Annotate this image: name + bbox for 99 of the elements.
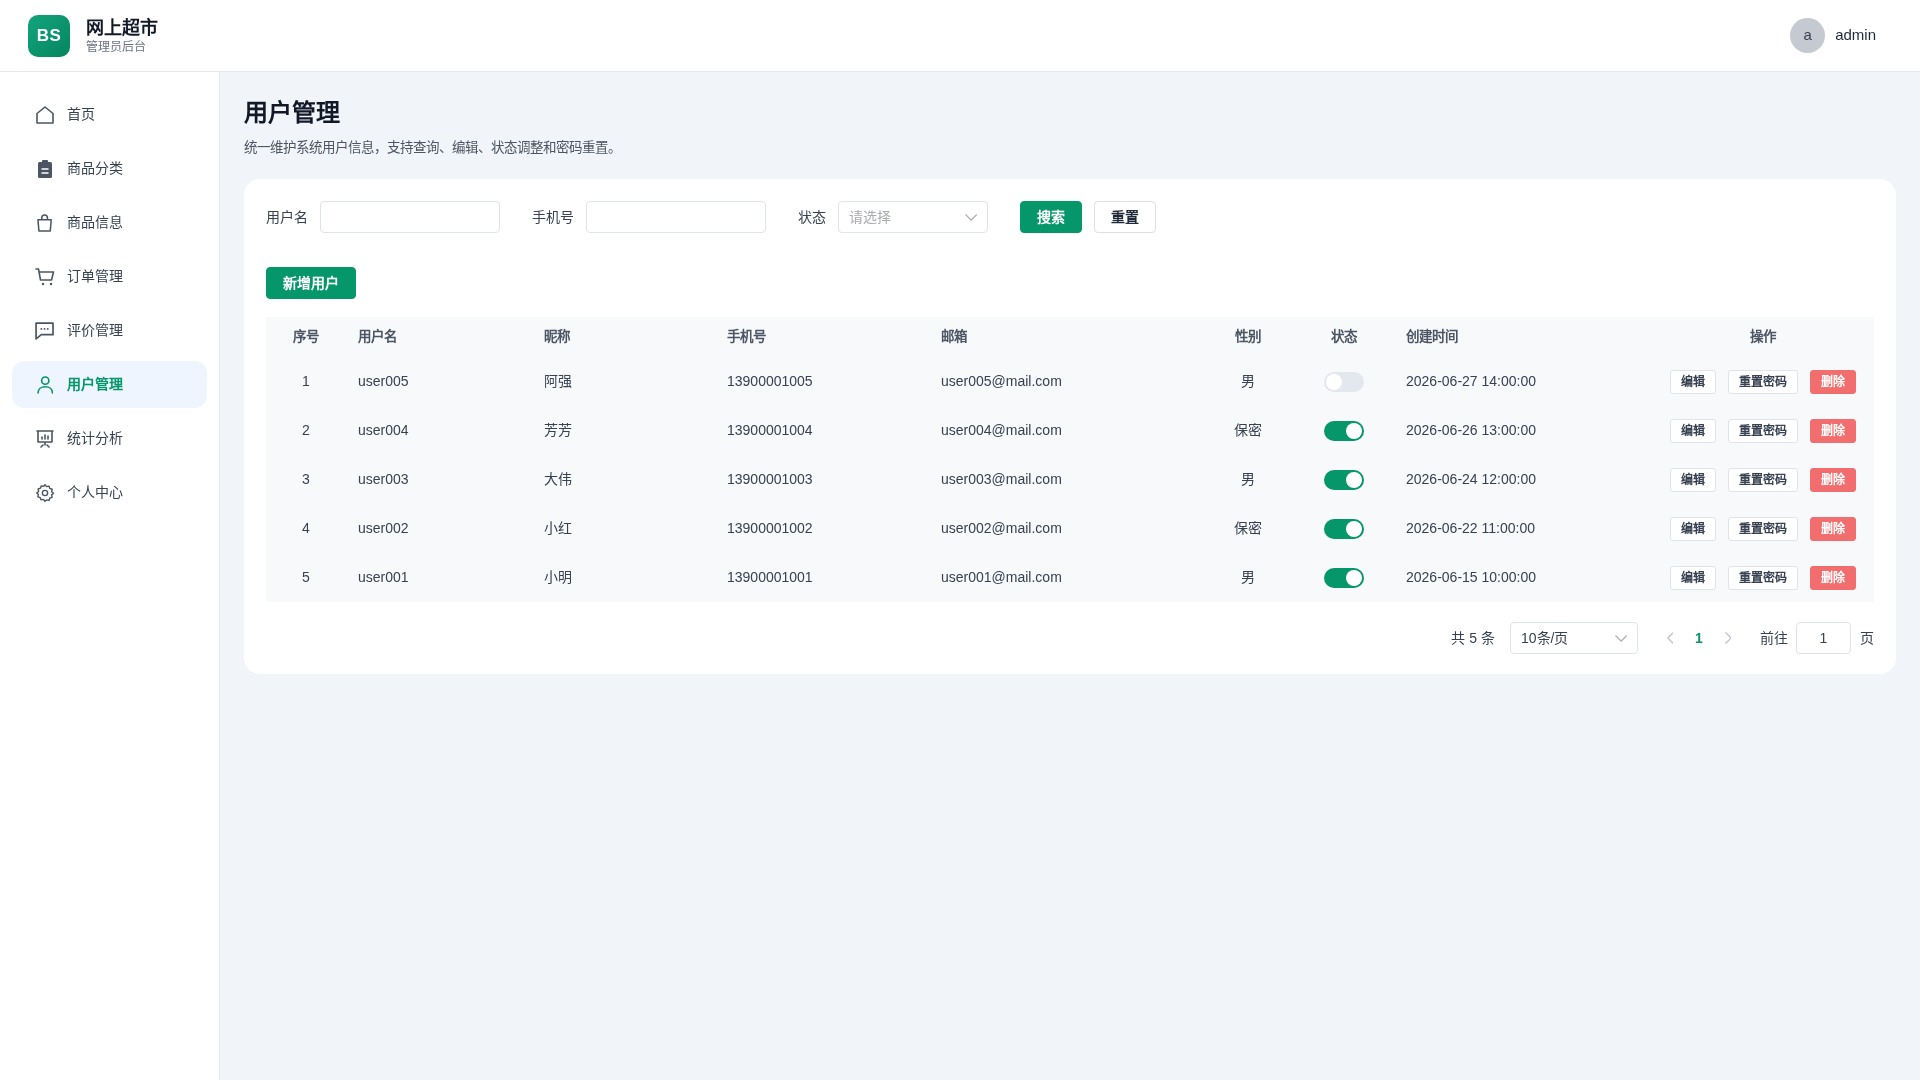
page-title: 用户管理 (244, 98, 341, 128)
action-button[interactable]: 编辑 (1670, 369, 1716, 394)
chevron-down-icon (964, 213, 977, 221)
table-cell: 2026-06-27 14:00:00 (1406, 373, 1536, 389)
text-field[interactable] (320, 201, 500, 233)
table-cell: 小红 (544, 520, 572, 536)
table-cell: 阿强 (544, 373, 572, 389)
table-cell: 2026-06-26 13:00:00 (1406, 422, 1536, 438)
table-cell: 2 (302, 422, 310, 438)
table-cell: user005 (358, 373, 409, 389)
page-description: 统一维护系统用户信息，支持查询、编辑、状态调整和密码重置。 (244, 139, 622, 157)
table-cell: 保密 (1234, 520, 1262, 536)
table-cell: user001@mail.com (941, 569, 1062, 585)
table-cell: 4 (302, 520, 310, 536)
app-subtitle: 管理员后台 (86, 38, 147, 55)
column-header: 昵称 (544, 328, 570, 344)
column-header: 邮箱 (941, 328, 967, 344)
action-button[interactable]: 重置密码 (1728, 516, 1798, 541)
table-cell: 小明 (544, 569, 572, 585)
table-cell: 保密 (1234, 422, 1262, 438)
table-cell: 13900001005 (727, 373, 813, 389)
table-cell: user002 (358, 520, 409, 536)
chat-bubble-icon (35, 321, 55, 340)
goto-suffix: 页 (1860, 628, 1874, 648)
sidebar-item[interactable]: 订单管理 (12, 253, 207, 300)
table-cell: 男 (1241, 569, 1255, 585)
table-cell: 13900001003 (727, 471, 813, 487)
cart-icon (35, 267, 55, 286)
add-user-button[interactable]: 新增用户 (266, 267, 356, 299)
sidebar-item[interactable]: 统计分析 (12, 415, 207, 462)
status-toggle[interactable] (1324, 568, 1364, 589)
reset-button[interactable]: 重置 (1094, 201, 1156, 233)
column-header: 序号 (293, 328, 319, 344)
table-cell: user004 (358, 422, 409, 438)
sidebar-item[interactable]: 个人中心 (12, 469, 207, 516)
filter-label: 手机号 (532, 207, 574, 227)
table-cell: 2026-06-15 10:00:00 (1406, 569, 1536, 585)
settings-icon (36, 483, 54, 502)
action-button[interactable]: 重置密码 (1728, 369, 1798, 394)
column-header: 操作 (1750, 328, 1776, 344)
action-button[interactable]: 编辑 (1670, 516, 1716, 541)
table-cell: 大伟 (544, 471, 572, 487)
status-toggle[interactable] (1324, 372, 1364, 393)
page-size-select[interactable]: 10条/页 (1510, 622, 1638, 654)
clipboard-icon (38, 159, 52, 178)
search-button[interactable]: 搜索 (1020, 201, 1082, 233)
column-header: 创建时间 (1406, 328, 1458, 344)
user-avatar[interactable]: a (1790, 18, 1826, 53)
action-button[interactable]: 编辑 (1670, 467, 1716, 492)
column-header: 性别 (1235, 328, 1261, 344)
table-cell: 2026-06-24 12:00:00 (1406, 471, 1536, 487)
action-button[interactable]: 编辑 (1670, 565, 1716, 590)
action-button[interactable]: 重置密码 (1728, 565, 1798, 590)
total-count: 共 5 条 (1451, 628, 1495, 648)
text-field[interactable] (586, 201, 766, 233)
status-toggle[interactable] (1324, 519, 1364, 540)
filter-label: 用户名 (266, 207, 308, 227)
table-cell: 5 (302, 569, 310, 585)
column-header: 用户名 (358, 328, 397, 344)
chevron-left-icon (1666, 632, 1674, 644)
status-toggle[interactable] (1324, 421, 1364, 442)
action-button[interactable]: 重置密码 (1728, 418, 1798, 443)
filter-label: 状态 (798, 207, 826, 227)
page-jump-field[interactable]: 1 (1796, 622, 1851, 654)
table-cell: 1 (302, 373, 310, 389)
table-cell: 13900001001 (727, 569, 813, 585)
page-number[interactable]: 1 (1686, 622, 1712, 654)
chevron-down-icon (1614, 634, 1627, 642)
table-cell: 芳芳 (544, 422, 572, 438)
column-header: 状态 (1331, 328, 1357, 344)
table-cell: 13900001002 (727, 520, 813, 536)
column-header: 手机号 (727, 328, 766, 344)
table-cell: user003 (358, 471, 409, 487)
status-toggle[interactable] (1324, 470, 1364, 491)
user-name[interactable]: admin (1835, 24, 1876, 47)
table-cell: user002@mail.com (941, 520, 1062, 536)
chart-board-icon (36, 429, 54, 448)
sidebar-item[interactable]: 评价管理 (12, 307, 207, 354)
house-icon (36, 105, 54, 124)
table-cell: 13900001004 (727, 422, 813, 438)
action-button[interactable]: 编辑 (1670, 418, 1716, 443)
table-cell: user004@mail.com (941, 422, 1062, 438)
app-title: 网上超市 (86, 16, 158, 39)
person-icon (36, 375, 54, 394)
table-cell: 男 (1241, 373, 1255, 389)
table-cell: 3 (302, 471, 310, 487)
table-cell: 2026-06-22 11:00:00 (1406, 520, 1535, 536)
chevron-right-icon (1724, 632, 1732, 644)
brand-logo: BS (28, 14, 70, 57)
action-button[interactable]: 重置密码 (1728, 467, 1798, 492)
table-cell: 男 (1241, 471, 1255, 487)
table-cell: user005@mail.com (941, 373, 1062, 389)
goto-label: 前往 (1760, 628, 1788, 648)
table-cell: user003@mail.com (941, 471, 1062, 487)
sidebar-item[interactable]: 商品分类 (12, 145, 207, 192)
table-cell: user001 (358, 569, 409, 585)
shopping-bag-icon (37, 213, 53, 232)
sidebar-item[interactable]: 商品信息 (12, 199, 207, 246)
sidebar-item[interactable]: 首页 (12, 91, 207, 138)
